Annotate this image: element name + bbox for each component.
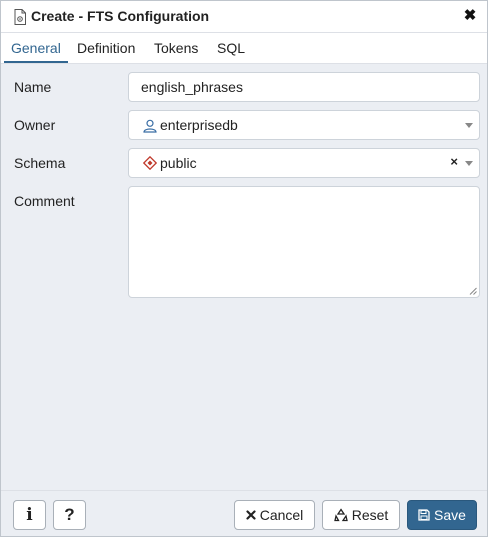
help-button[interactable]: ? xyxy=(53,500,86,530)
owner-select-value: enterprisedb xyxy=(160,117,238,133)
dialog-footer: i ? Cancel Reset Save xyxy=(1,490,487,536)
schema-select-value: public xyxy=(160,155,197,171)
cancel-button[interactable]: Cancel xyxy=(234,500,315,530)
tab-bar: General Definition Tokens SQL xyxy=(1,33,487,64)
tab-tokens[interactable]: Tokens xyxy=(154,33,198,63)
close-icon xyxy=(246,510,256,520)
tab-definition[interactable]: Definition xyxy=(77,33,135,63)
name-label: Name xyxy=(14,79,52,95)
info-button[interactable]: i xyxy=(13,500,46,530)
save-button[interactable]: Save xyxy=(407,500,477,530)
name-input[interactable]: english_phrases xyxy=(128,72,480,102)
recycle-icon xyxy=(333,508,348,522)
close-icon[interactable]: ✖ xyxy=(463,8,477,24)
schema-select[interactable]: public × xyxy=(128,148,480,178)
reset-button-label: Reset xyxy=(351,507,389,523)
save-button-label: Save xyxy=(434,507,466,523)
tab-general[interactable]: General xyxy=(11,33,61,63)
fts-configuration-dialog: Create - FTS Configuration ✖ General Def… xyxy=(0,0,488,537)
comment-label: Comment xyxy=(14,193,75,209)
schema-icon xyxy=(143,156,157,170)
reset-button[interactable]: Reset xyxy=(322,500,400,530)
chevron-down-icon xyxy=(465,161,473,166)
help-icon: ? xyxy=(64,505,75,524)
schema-label: Schema xyxy=(14,155,66,171)
tab-sql[interactable]: SQL xyxy=(217,33,245,63)
comment-textarea[interactable] xyxy=(128,186,480,298)
dialog-title: Create - FTS Configuration xyxy=(31,8,210,24)
name-input-value: english_phrases xyxy=(141,79,243,95)
dialog-titlebar: Create - FTS Configuration ✖ xyxy=(1,1,487,33)
chevron-down-icon xyxy=(465,123,473,128)
active-tab-indicator xyxy=(4,61,68,63)
owner-select[interactable]: enterprisedb xyxy=(128,110,480,140)
user-icon xyxy=(143,119,157,133)
cancel-button-label: Cancel xyxy=(259,507,304,523)
owner-label: Owner xyxy=(14,117,56,133)
info-icon: i xyxy=(26,505,33,525)
resize-grip-icon[interactable] xyxy=(469,287,477,295)
clear-icon[interactable]: × xyxy=(450,154,458,169)
floppy-disk-icon xyxy=(418,509,430,521)
fts-configuration-icon xyxy=(14,9,26,25)
